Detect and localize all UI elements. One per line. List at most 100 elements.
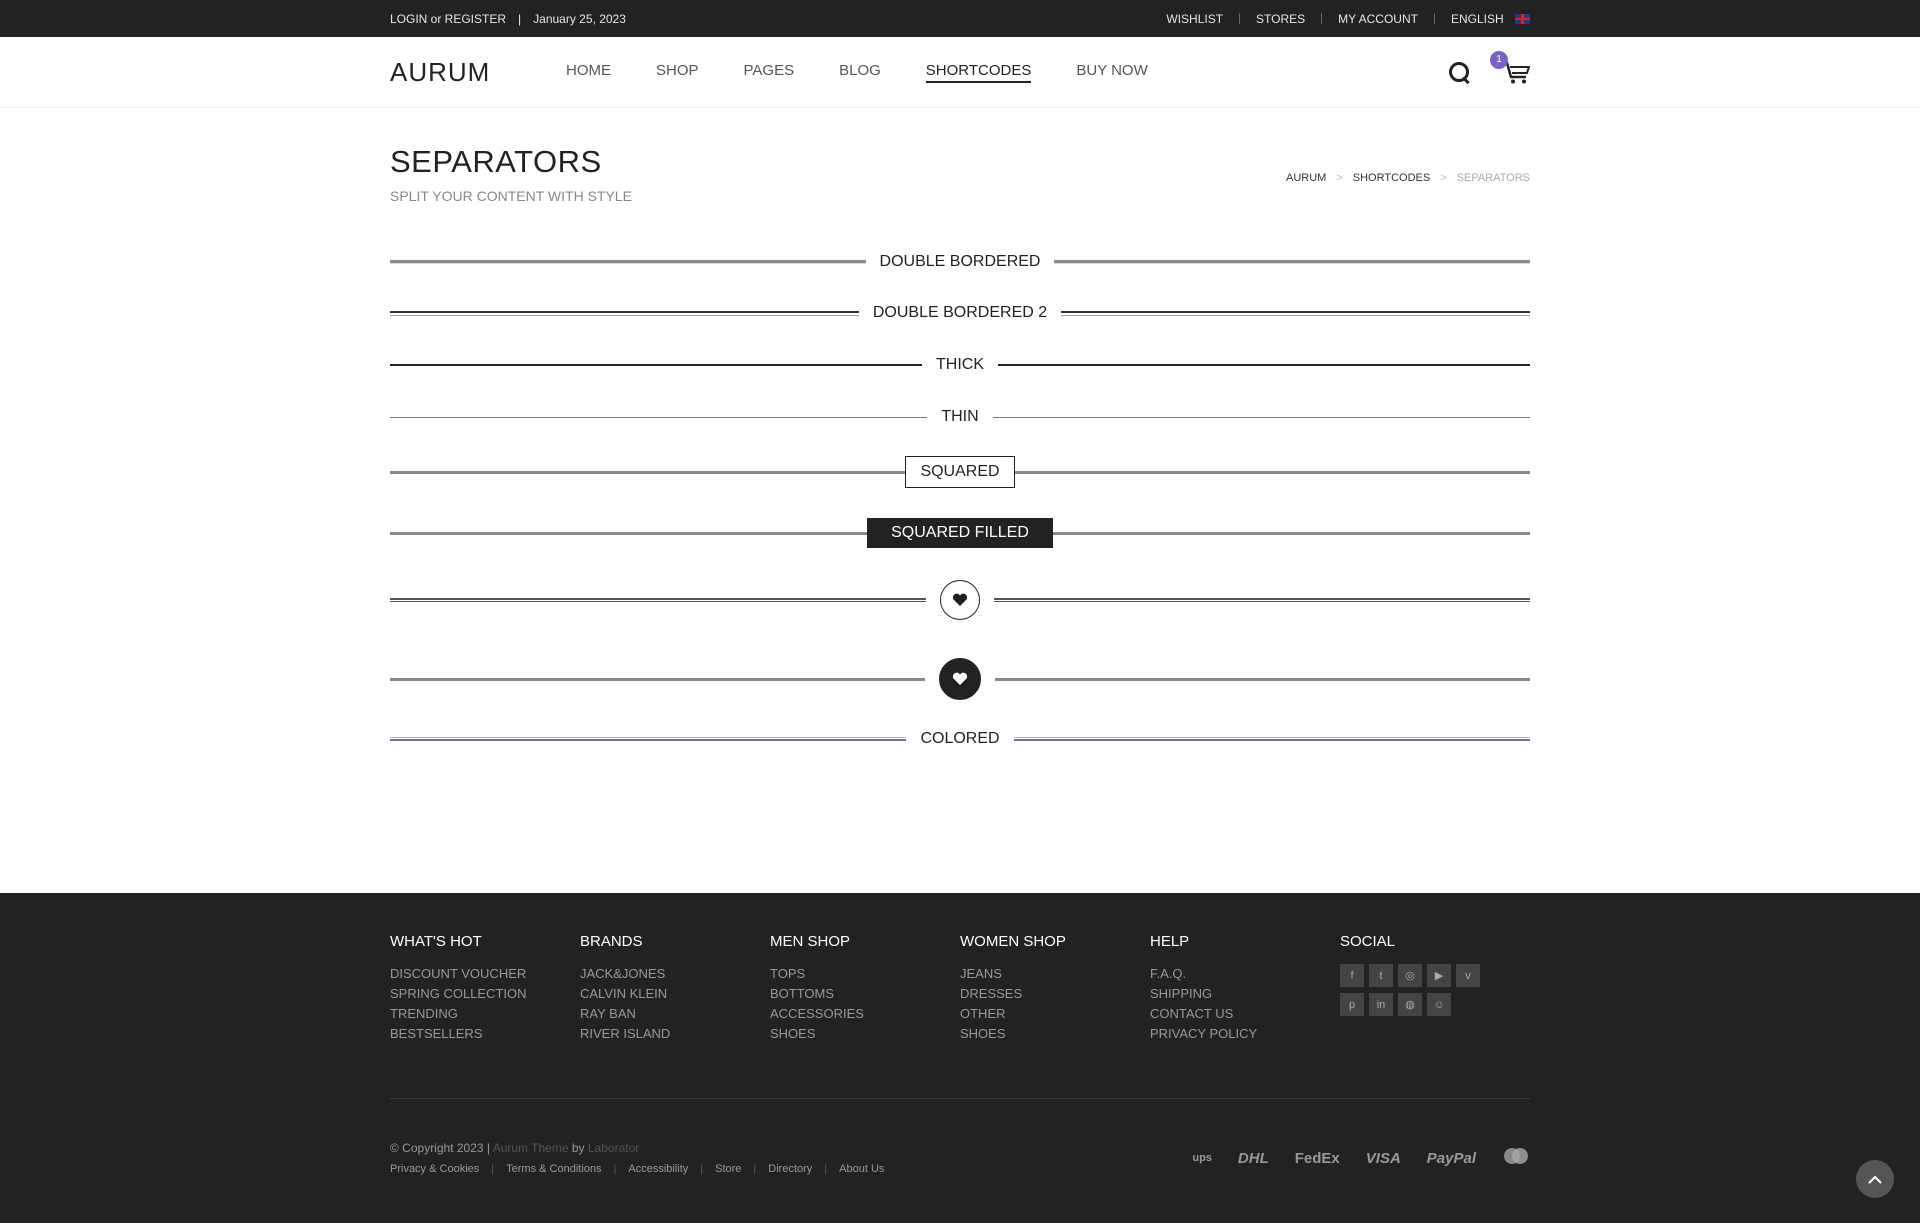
vimeo-icon[interactable]: v <box>1456 964 1480 987</box>
footer-link[interactable]: F.A.Q. <box>1150 964 1340 984</box>
date-text: January 25, 2023 <box>533 11 626 26</box>
logo[interactable]: AURUM <box>390 57 566 88</box>
footer-link[interactable]: ACCESSORIES <box>770 1004 960 1024</box>
separator-thin: THIN <box>390 408 1531 426</box>
nav-pages[interactable]: PAGES <box>744 62 795 83</box>
top-bar-divider: | <box>518 11 522 26</box>
footer-link[interactable]: RIVER ISLAND <box>580 1024 770 1044</box>
stores-link[interactable]: STORES <box>1256 12 1305 26</box>
twitter-icon[interactable]: t <box>1369 964 1393 987</box>
separator-line <box>1014 470 1530 474</box>
back-to-top-button[interactable] <box>1856 1160 1894 1198</box>
youtube-icon[interactable]: ▶ <box>1427 964 1451 987</box>
footer-link[interactable]: BESTSELLERS <box>390 1024 580 1044</box>
separator-squared-filled: SQUARED FILLED <box>390 518 1530 548</box>
footer-link[interactable]: BOTTOMS <box>770 984 960 1004</box>
top-bar: LOGIN or REGISTER | January 25, 2023 WIS… <box>0 0 1920 37</box>
copyright: © Copyright 2023 | Aurum Theme by Labora… <box>390 1141 884 1155</box>
link-divider: | <box>700 1163 704 1175</box>
page-subtitle: SPLIT YOUR CONTENT WITH STYLE <box>390 188 632 204</box>
footer-column-title: BRANDS <box>580 933 643 950</box>
footer-column-title: WHAT'S HOT <box>390 933 482 950</box>
footer-link[interactable]: SHIPPING <box>1150 984 1340 1004</box>
nav-shortcodes[interactable]: SHORTCODES <box>925 62 1032 83</box>
footer-link[interactable]: CALVIN KLEIN <box>580 984 770 1004</box>
copyright-prefix: © Copyright 2023 | <box>390 1141 491 1155</box>
store-link[interactable]: Store <box>715 1163 741 1175</box>
breadcrumb-current: SEPARATORS <box>1456 172 1530 184</box>
my-account-link[interactable]: MY ACCOUNT <box>1338 12 1418 26</box>
divider <box>1321 13 1323 24</box>
nav-blog[interactable]: BLOG <box>839 62 881 83</box>
search-icon[interactable] <box>1448 61 1472 85</box>
directory-link[interactable]: Directory <box>768 1163 812 1175</box>
footer-link[interactable]: SHOES <box>770 1024 960 1044</box>
heart-icon <box>939 658 981 700</box>
facebook-icon[interactable]: f <box>1340 964 1364 987</box>
theme-link[interactable]: Aurum Theme <box>493 1141 569 1155</box>
footer-link[interactable]: SPRING COLLECTION <box>390 984 580 1004</box>
link-divider: | <box>753 1163 757 1175</box>
separator-label: SQUARED <box>905 456 1015 488</box>
separator-label: THICK <box>936 356 984 373</box>
privacy-cookies-link[interactable]: Privacy & Cookies <box>390 1163 479 1175</box>
language-label: ENGLISH <box>1450 11 1504 26</box>
login-register-link[interactable]: LOGIN or REGISTER <box>390 12 506 26</box>
footer-link[interactable]: JACK&JONES <box>580 964 770 984</box>
footer-column-whats-hot: WHAT'S HOT DISCOUNT VOUCHER SPRING COLLE… <box>390 933 580 1044</box>
separator-heart-outline <box>390 580 1530 620</box>
breadcrumb-home[interactable]: AURUM <box>1286 172 1326 184</box>
snapchat-icon[interactable]: ☺ <box>1427 993 1451 1016</box>
footer-link[interactable]: SHOES <box>960 1024 1150 1044</box>
cart-icon[interactable]: 1 <box>1490 50 1531 85</box>
breadcrumb-shortcodes[interactable]: SHORTCODES <box>1353 172 1430 184</box>
footer-link[interactable]: OTHER <box>960 1004 1150 1024</box>
dhl-icon: DHL <box>1237 1149 1269 1167</box>
chevron-up-icon <box>1868 1175 1882 1184</box>
separator-label: SQUARED FILLED <box>867 518 1053 548</box>
main-nav: HOME SHOP PAGES BLOG SHORTCODES BUY NOW <box>566 62 1193 83</box>
footer-column-men-shop: MEN SHOP TOPS BOTTOMS ACCESSORIES SHOES <box>770 933 960 1044</box>
footer-link[interactable]: CONTACT US <box>1150 1004 1340 1024</box>
footer-link[interactable]: TRENDING <box>390 1004 580 1024</box>
nav-home[interactable]: HOME <box>566 62 611 83</box>
accessibility-link[interactable]: Accessibility <box>628 1163 688 1175</box>
separator-line <box>994 598 1530 602</box>
breadcrumb: AURUM > SHORTCODES > SEPARATORS <box>1286 172 1530 204</box>
separator-line <box>390 677 925 681</box>
footer-link[interactable]: TOPS <box>770 964 960 984</box>
separator-label: DOUBLE BORDERED 2 <box>872 304 1048 321</box>
footer-link[interactable]: PRIVACY POLICY <box>1150 1024 1340 1044</box>
separator-line <box>390 531 868 535</box>
footer-link[interactable]: RAY BAN <box>580 1004 770 1024</box>
link-divider: | <box>613 1163 617 1175</box>
dribbble-icon[interactable]: ◍ <box>1398 993 1422 1016</box>
separator-heart-filled <box>390 658 1530 700</box>
pinterest-icon[interactable]: p <box>1340 993 1364 1016</box>
nav-buy-now[interactable]: BUY NOW <box>1076 62 1147 83</box>
author-link[interactable]: Laborator <box>588 1141 639 1155</box>
copyright-by: by <box>571 1141 585 1155</box>
page-title-bar: SEPARATORS SPLIT YOUR CONTENT WITH STYLE… <box>0 108 1920 228</box>
linkedin-icon[interactable]: in <box>1369 993 1393 1016</box>
footer-column-help: HELP F.A.Q. SHIPPING CONTACT US PRIVACY … <box>1150 933 1340 1044</box>
terms-link[interactable]: Terms & Conditions <box>506 1163 601 1175</box>
nav-shop[interactable]: SHOP <box>656 62 699 83</box>
footer-link[interactable]: DISCOUNT VOUCHER <box>390 964 580 984</box>
fedex-icon: FedEx <box>1294 1149 1340 1167</box>
footer-column-title: HELP <box>1150 933 1190 950</box>
wishlist-link[interactable]: WISHLIST <box>1166 12 1223 26</box>
separator-thick: THICK <box>390 356 1530 374</box>
separator-line <box>1054 260 1531 264</box>
footer-link[interactable]: DRESSES <box>960 984 1150 1004</box>
separator-label: THIN <box>941 408 979 425</box>
separator-squared: SQUARED <box>390 456 1530 488</box>
about-us-link[interactable]: About Us <box>839 1163 884 1175</box>
language-selector[interactable]: ENGLISH <box>1451 12 1530 26</box>
separator-line <box>995 677 1530 681</box>
instagram-icon[interactable]: ◎ <box>1398 964 1422 987</box>
footer-column-social: SOCIAL f t ◎ ▶ v p in ◍ ☺ <box>1340 933 1530 1044</box>
footer-link[interactable]: JEANS <box>960 964 1150 984</box>
footer-column-brands: BRANDS JACK&JONES CALVIN KLEIN RAY BAN R… <box>580 933 770 1044</box>
payment-methods: ups DHL FedEx VISA PayPal <box>1192 1147 1530 1169</box>
